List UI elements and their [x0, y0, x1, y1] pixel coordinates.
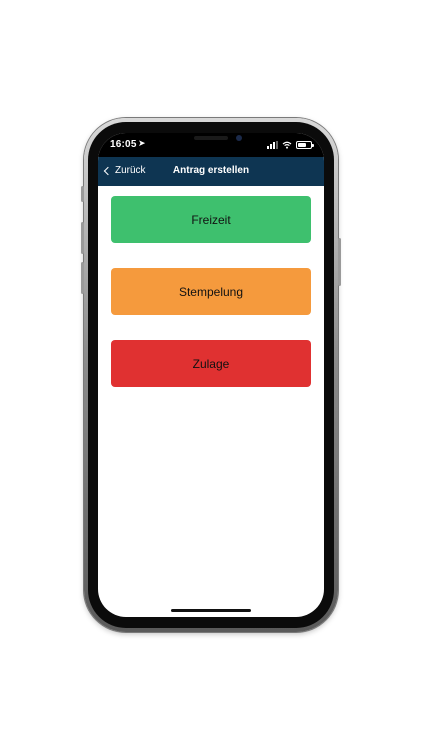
wifi-icon — [282, 141, 292, 149]
app-screen: 16:05 ➤ Zurück Antrag erstellen Freizeit… — [98, 133, 324, 617]
status-icons — [267, 140, 314, 150]
mute-switch — [81, 186, 84, 202]
notch — [156, 133, 266, 155]
battery-tip — [312, 144, 314, 147]
zulage-button-label: Zulage — [192, 356, 230, 371]
volume-up-button — [81, 222, 84, 254]
page-title: Antrag erstellen — [172, 165, 250, 176]
location-arrow-icon: ➤ — [138, 138, 146, 148]
stempelung-button[interactable]: Stempelung — [111, 268, 311, 315]
power-button — [338, 238, 341, 286]
stempelung-button-label: Stempelung — [178, 284, 244, 299]
freizeit-button[interactable]: Freizeit — [111, 196, 311, 243]
battery-icon — [296, 141, 314, 149]
navigation-bar: Zurück Antrag erstellen — [98, 157, 324, 186]
status-bar: 16:05 ➤ — [98, 133, 324, 157]
freizeit-button-label: Freizeit — [191, 212, 231, 227]
status-time: 16:05 — [110, 139, 137, 150]
speaker-grille — [194, 136, 228, 140]
volume-down-button — [81, 262, 84, 294]
battery-level — [298, 143, 306, 147]
cellular-signal-icon — [267, 141, 278, 149]
home-indicator[interactable] — [171, 609, 251, 612]
zulage-button[interactable]: Zulage — [111, 340, 311, 387]
front-camera — [236, 135, 242, 141]
